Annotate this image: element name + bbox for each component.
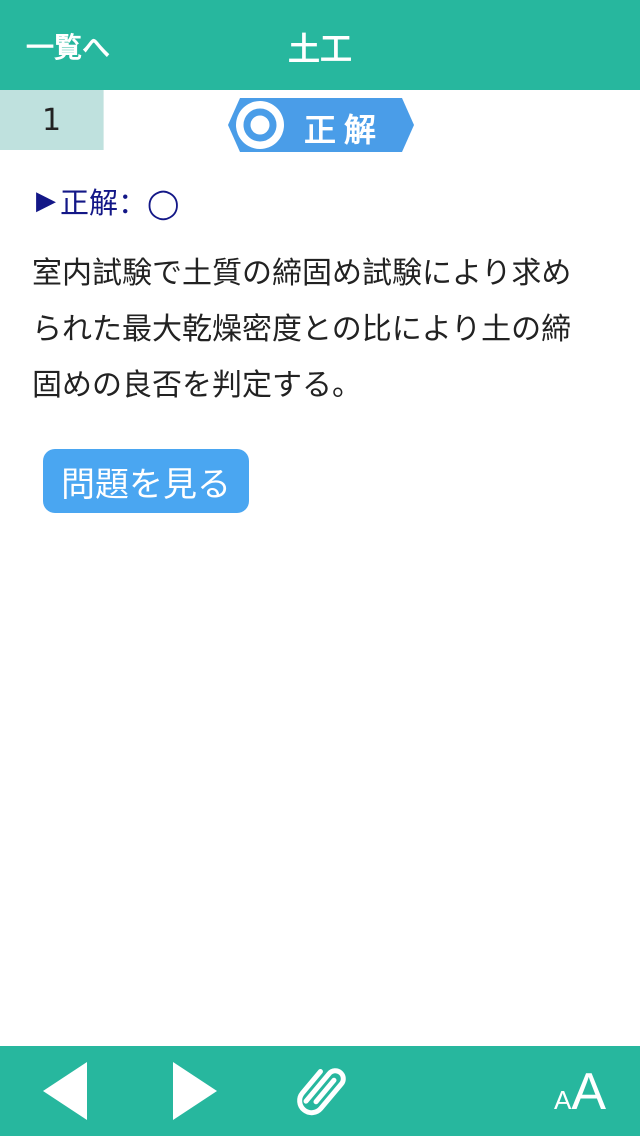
question-number: 1 <box>0 90 104 150</box>
attach-button[interactable] <box>285 1046 365 1136</box>
circle-correct-icon <box>236 101 284 149</box>
paperclip-icon <box>297 1068 346 1116</box>
explanation-line: られた最大乾燥密度との比により土の締 <box>32 312 572 347</box>
answer-line: ▶ 正解：◯ <box>36 180 179 222</box>
triangle-right-icon <box>173 1062 217 1120</box>
view-question-button[interactable]: 問題を見る <box>43 449 249 513</box>
font-size-button[interactable]: A A <box>540 1046 620 1136</box>
font-large-icon: A <box>571 1063 607 1121</box>
explanation-line: 固めの良否を判定する。 <box>32 368 362 403</box>
font-small-icon: A <box>553 1085 572 1115</box>
answer-label: 正解：◯ <box>60 186 180 220</box>
badge-label: 正解 <box>304 111 385 149</box>
explanation-text: 室内試験で土質の締固め試験により求め られた最大乾燥密度との比により土の締 固め… <box>32 246 618 414</box>
explanation-line: 室内試験で土質の締固め試験により求め <box>32 256 572 291</box>
next-button[interactable] <box>160 1046 230 1136</box>
triangle-marker-icon: ▶ <box>36 186 56 216</box>
nav-bar: 一覧へ 土工 <box>0 0 640 90</box>
bottom-toolbar: A A <box>0 1046 640 1136</box>
page-title: 土工 <box>287 30 352 68</box>
correct-badge: 正解 <box>228 98 414 152</box>
previous-button[interactable] <box>30 1046 100 1136</box>
triangle-left-icon <box>43 1062 87 1120</box>
